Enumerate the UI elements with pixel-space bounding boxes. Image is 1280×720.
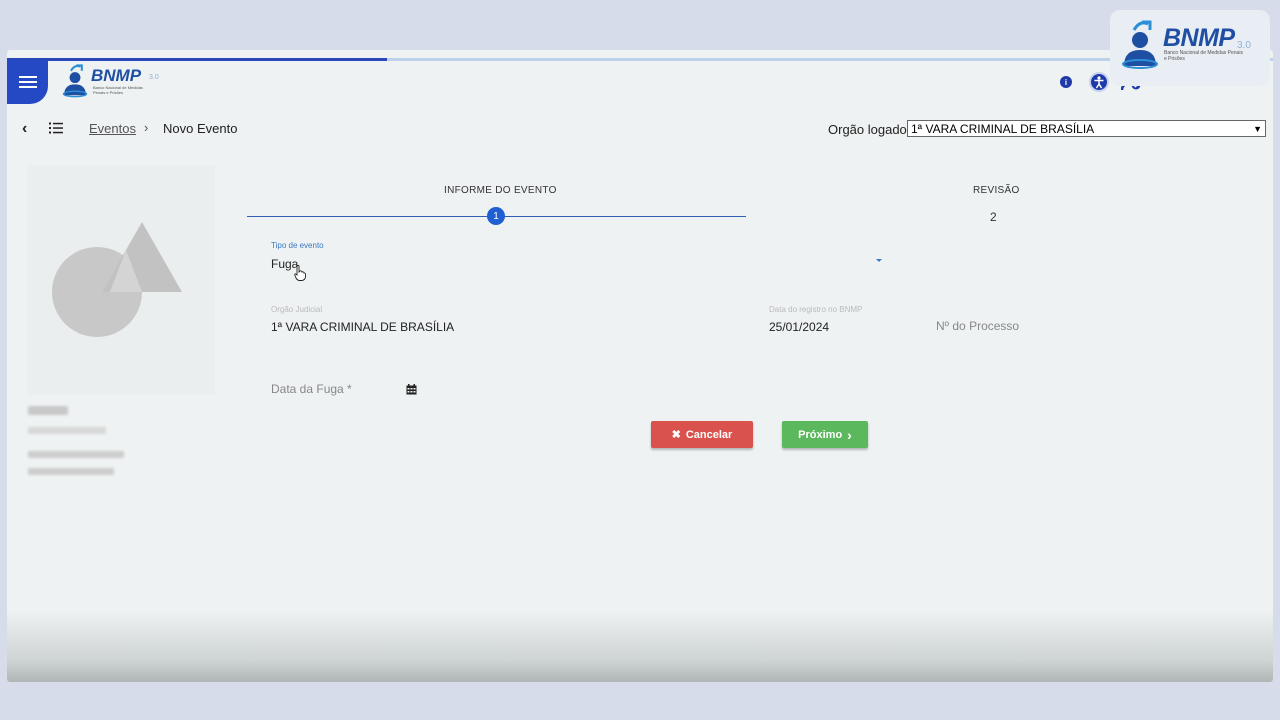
- app-brand-name: BNMP: [91, 66, 142, 85]
- tipo-evento-label: Tipo de evento: [271, 241, 324, 250]
- blurred-person-detail: [28, 427, 106, 434]
- bottom-shadow: [7, 610, 1273, 682]
- orgao-judicial-value: 1ª VARA CRIMINAL DE BRASÍLIA: [271, 320, 455, 334]
- loading-progress-bar: [7, 58, 387, 61]
- corner-brand-subtitle: Banco Nacional de Medidas Penais e Prisõ…: [1164, 50, 1243, 62]
- menu-icon-line: [18, 86, 37, 88]
- person-mascot-icon: [1122, 20, 1158, 69]
- cancel-button[interactable]: ✖ Cancelar: [651, 421, 753, 448]
- person-photo-placeholder: [27, 165, 215, 395]
- breadcrumb-link-eventos[interactable]: Eventos: [89, 121, 136, 136]
- close-icon: ✖: [671, 429, 681, 441]
- back-icon[interactable]: ‹: [22, 120, 27, 138]
- orgao-logado-label: Orgão logado:: [828, 122, 911, 137]
- menu-button[interactable]: [7, 60, 48, 104]
- hand-pointer-icon: [294, 265, 306, 281]
- corner-brand-name: BNMP: [1163, 24, 1235, 52]
- app-brand-version: 3.0: [149, 74, 159, 81]
- data-registro-value: 25/01/2024: [769, 320, 830, 334]
- image-placeholder-icon: [52, 222, 182, 337]
- next-button[interactable]: Próximo ›: [782, 421, 868, 448]
- data-registro-label: Data do registro no BNMP: [769, 305, 863, 314]
- blurred-person-document: [28, 451, 124, 458]
- chevron-right-icon: ›: [847, 426, 852, 443]
- blurred-person-name: [28, 406, 68, 415]
- person-mascot-icon: [62, 64, 88, 98]
- chevron-down-icon[interactable]: [876, 259, 882, 262]
- breadcrumb: ‹ Eventos › Novo Evento Orgão logado: 1ª…: [7, 112, 1273, 146]
- breadcrumb-separator: ›: [144, 120, 149, 135]
- chevron-down-icon: ▼: [1253, 123, 1262, 134]
- orgao-logado-value: 1ª VARA CRIMINAL DE BRASÍLIA: [911, 121, 1095, 136]
- step-2-indicator[interactable]: 2: [990, 210, 997, 224]
- calendar-icon[interactable]: [406, 384, 417, 395]
- blurred-person-document: [28, 468, 114, 475]
- step-1-indicator[interactable]: 1: [487, 207, 505, 225]
- menu-icon-line: [18, 76, 37, 78]
- app-window: BNMP 3.0 Banco Nacional de Medidas Penai…: [7, 50, 1273, 682]
- breadcrumb-current: Novo Evento: [163, 121, 238, 136]
- app-logo[interactable]: BNMP 3.0 Banco Nacional de Medidas Penai…: [61, 64, 161, 98]
- app-brand-subtitle: Banco Nacional de Medidas Penais e Prisõ…: [93, 85, 143, 95]
- step-title-informe: INFORME DO EVENTO: [444, 185, 557, 196]
- accessibility-icon[interactable]: [1089, 72, 1109, 92]
- step-title-revisao: REVISÃO: [973, 185, 1020, 196]
- list-icon[interactable]: [49, 122, 63, 134]
- data-fuga-input[interactable]: Data da Fuga *: [271, 382, 352, 396]
- next-button-label: Próximo: [798, 428, 843, 441]
- orgao-logado-select[interactable]: 1ª VARA CRIMINAL DE BRASÍLIA ▼: [907, 120, 1266, 137]
- menu-icon-line: [18, 81, 37, 83]
- cancel-button-label: Cancelar: [685, 428, 733, 441]
- accessibility-figure-icon: [1094, 76, 1104, 89]
- orgao-judicial-label: Orgão Judicial: [271, 305, 323, 314]
- numero-processo-input[interactable]: Nº do Processo: [936, 319, 1019, 333]
- corner-brand-logo: BNMP 3.0 Banco Nacional de Medidas Penai…: [1110, 10, 1270, 86]
- info-icon[interactable]: i: [1060, 76, 1072, 88]
